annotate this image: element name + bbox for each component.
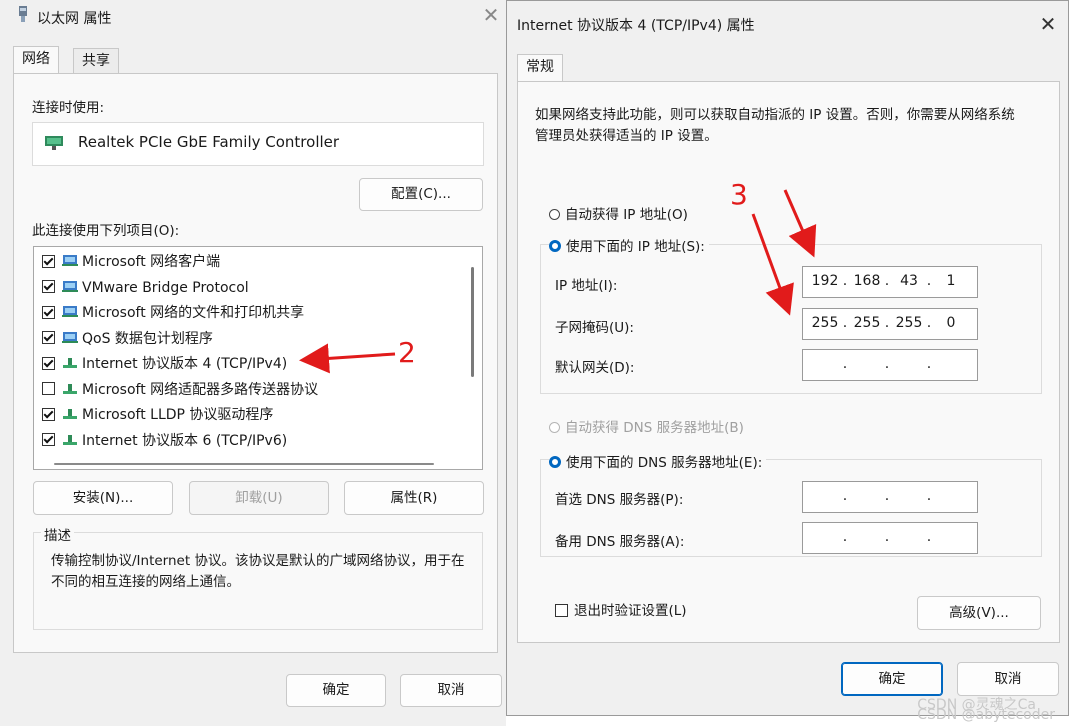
watermark-line: CSDN @灵魂之Ca CSDN @abytecoder: [917, 697, 1055, 723]
arrow-to-ipv4-item: [299, 343, 396, 374]
step-2-label: 2: [398, 336, 416, 369]
arrow-to-mask-field: [751, 213, 794, 316]
annotation-arrows: [299, 189, 817, 374]
watermark: CSDN @灵魂之Ca CSDN @abytecoder: [917, 697, 1055, 723]
arrow-to-ip-field: [783, 189, 817, 258]
step-3-label: 3: [730, 178, 748, 211]
